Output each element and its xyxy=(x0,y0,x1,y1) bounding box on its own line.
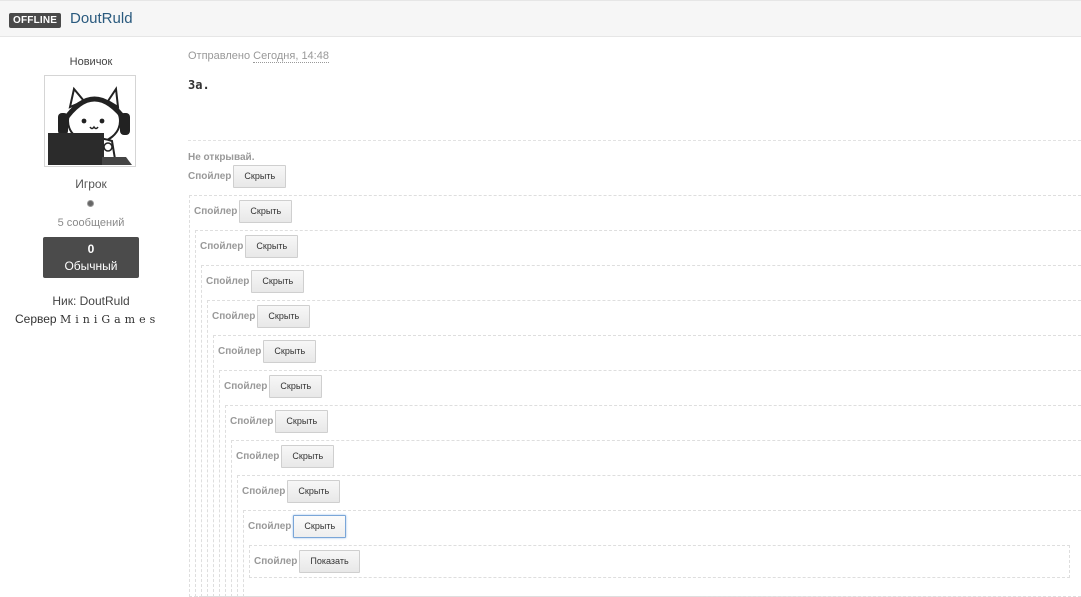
spoiler-hide-button[interactable]: Скрыть xyxy=(275,410,329,433)
author-link[interactable]: DoutRuld xyxy=(70,10,133,27)
spoiler-hide-button[interactable]: Скрыть xyxy=(245,235,299,258)
spoiler-header: Спойлер Скрыть xyxy=(248,515,347,538)
spoiler-header: Спойлер Скрыть xyxy=(236,445,335,468)
spoiler-hide-button[interactable]: Скрыть xyxy=(287,480,341,503)
spoiler-header: Спойлер Скрыть xyxy=(188,165,287,188)
spoiler-show-button[interactable]: Показать xyxy=(299,550,360,573)
spoiler-label: Спойлер xyxy=(230,416,274,427)
posted-info: Отправлено Сегодня, 14:48 xyxy=(188,50,329,63)
spoiler-box xyxy=(249,545,1070,578)
spoiler-header: Спойлер Скрыть xyxy=(242,480,341,503)
spoiler-label: Спойлер xyxy=(212,311,256,322)
spoiler-header: Спойлер Скрыть xyxy=(212,305,311,328)
spoiler-label: Спойлер xyxy=(236,451,280,462)
spoiler-header: Спойлер Скрыть xyxy=(194,200,293,223)
spoiler-hide-button[interactable]: Скрыть xyxy=(257,305,311,328)
nick-field: Ник: DoutRuld xyxy=(0,294,182,308)
spoiler-hide-button[interactable]: Скрыть xyxy=(251,270,305,293)
nick-label: Ник: xyxy=(52,294,77,308)
group-pip-icon xyxy=(87,200,94,207)
post-count: 5 сообщений xyxy=(57,217,125,229)
spoiler-header: Спойлер Показать xyxy=(254,550,360,573)
divider xyxy=(188,140,1081,141)
spoiler-caption: Не открывай. xyxy=(188,152,255,163)
spoiler-header: Спойлер Скрыть xyxy=(224,375,323,398)
spoiler-header: Спойлер Скрыть xyxy=(230,410,329,433)
spoiler-label: Спойлер xyxy=(194,206,238,217)
posted-label: Отправлено xyxy=(188,50,251,62)
server-value: MiniGames xyxy=(59,313,160,326)
spoiler-label: Спойлер xyxy=(200,241,244,252)
status-badge: OFFLINE xyxy=(9,13,62,28)
spoiler-label: Спойлер xyxy=(248,521,292,532)
reputation-value: 0 xyxy=(87,242,95,256)
reputation-box: 0 Обычный xyxy=(43,237,139,278)
cat-headphones-avatar-icon xyxy=(46,77,134,165)
posted-time: Сегодня, 14:48 xyxy=(253,50,329,63)
spoiler-label: Спойлер xyxy=(218,346,262,357)
post-body: За. xyxy=(188,78,210,92)
spoiler-header: Спойлер Скрыть xyxy=(218,340,317,363)
spoiler-label: Спойлер xyxy=(224,381,268,392)
server-field: Сервер MiniGames xyxy=(15,312,159,326)
member-group: Игрок xyxy=(75,177,107,191)
nick-value: DoutRuld xyxy=(79,294,130,308)
reputation-label: Обычный xyxy=(64,259,118,273)
spoiler-label: Спойлер xyxy=(242,486,286,497)
spoiler-header: Спойлер Скрыть xyxy=(206,270,305,293)
server-label: Сервер xyxy=(15,312,57,326)
post-header: OFFLINE DoutRuld xyxy=(0,0,1081,37)
spoiler-hide-button[interactable]: Скрыть xyxy=(281,445,335,468)
avatar[interactable] xyxy=(44,75,136,167)
spoiler-hide-button[interactable]: Скрыть xyxy=(263,340,317,363)
spoiler-hide-button[interactable]: Скрыть xyxy=(293,515,347,538)
spoiler-header: Спойлер Скрыть xyxy=(200,235,299,258)
spoiler-hide-button[interactable]: Скрыть xyxy=(239,200,293,223)
spoiler-hide-button[interactable]: Скрыть xyxy=(269,375,323,398)
rank-title: Новичок xyxy=(69,56,113,68)
spoiler-hide-button[interactable]: Скрыть xyxy=(233,165,287,188)
spoiler-label: Спойлер xyxy=(188,171,232,182)
spoiler-label: Спойлер xyxy=(206,276,250,287)
spoiler-label: Спойлер xyxy=(254,556,298,567)
